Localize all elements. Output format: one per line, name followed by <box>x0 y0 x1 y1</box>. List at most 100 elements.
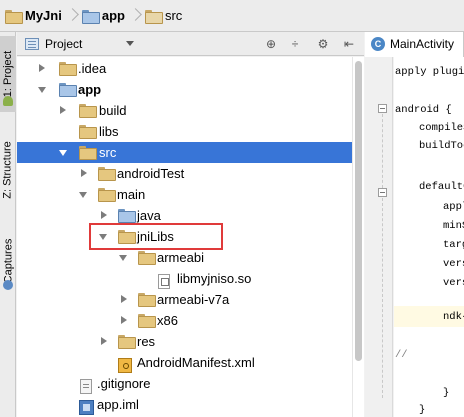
tree-node-app[interactable]: app <box>17 79 352 100</box>
gear-icon[interactable]: ⚙ <box>315 36 331 52</box>
code-line: apply plugin <box>395 66 464 78</box>
project-view-selector[interactable]: Project <box>45 37 82 51</box>
vertical-scrollbar[interactable] <box>352 57 364 417</box>
editor-tab-label: MainActivity <box>390 37 455 51</box>
collapse-arrow-icon[interactable] <box>38 87 46 93</box>
tree-node-label: src <box>99 145 117 160</box>
expand-arrow-icon[interactable] <box>121 295 127 303</box>
scrollbar-thumb[interactable] <box>355 61 362 361</box>
tree-node-label: armeabi-v7a <box>157 292 230 307</box>
module-folder-icon <box>81 9 100 24</box>
folder-icon <box>5 9 23 24</box>
code-line: vers <box>443 277 464 289</box>
tree-node-androidtest[interactable]: androidTest <box>17 163 352 184</box>
folder-icon <box>59 62 77 76</box>
chevron-down-icon[interactable] <box>126 41 135 46</box>
tree-node-label: libmyjniso.so <box>177 271 252 286</box>
editor-tab-bar: C MainActivity <box>365 31 464 57</box>
tree-node-idea[interactable]: .idea <box>17 58 352 79</box>
tree-node-main[interactable]: main <box>17 184 352 205</box>
project-tree: .idea app build libs src androidTest mai… <box>17 57 352 417</box>
tree-node-label: armeabi <box>157 250 204 265</box>
tool-window-strip: 1: Project Z: Structure Captures <box>0 32 16 417</box>
folder-icon <box>138 251 156 265</box>
tree-node-libs[interactable]: libs <box>17 121 352 142</box>
tab-structure[interactable]: Z: Structure <box>0 122 16 218</box>
tree-node-app-iml[interactable]: app.iml <box>17 394 352 415</box>
folder-icon <box>144 9 163 24</box>
tree-node-build[interactable]: build <box>17 100 352 121</box>
fold-marker-icon[interactable] <box>378 104 387 113</box>
tree-node-x86[interactable]: x86 <box>17 310 352 331</box>
code-line: appl <box>443 201 464 213</box>
code-line: targ <box>443 239 464 251</box>
folder-icon <box>118 335 136 349</box>
tree-node-androidmanifest[interactable]: AndroidManifest.xml <box>17 352 352 373</box>
code-line: vers <box>443 258 464 270</box>
code-line: } <box>443 387 450 399</box>
tree-node-label: main <box>117 187 146 202</box>
expand-arrow-icon[interactable] <box>39 64 45 72</box>
breadcrumb-item-module[interactable]: app <box>80 4 127 28</box>
breadcrumb-label: app <box>101 8 125 23</box>
breadcrumb-separator <box>67 4 77 28</box>
tree-node-label: build <box>99 103 127 118</box>
fold-guide <box>382 114 383 188</box>
collapse-all-icon[interactable]: ÷ <box>287 36 303 52</box>
breadcrumb-separator <box>130 4 140 28</box>
expand-arrow-icon[interactable] <box>101 211 107 219</box>
tab-structure-label: Z: Structure <box>2 141 14 199</box>
tree-node-label: app.iml <box>97 397 139 412</box>
breadcrumb-label: src <box>164 8 183 23</box>
annotation-highlight-box <box>89 223 223 250</box>
xml-file-icon <box>118 358 132 373</box>
folder-icon <box>138 314 156 328</box>
code-line: } <box>419 404 426 416</box>
folder-icon <box>98 167 116 181</box>
tree-node-gitignore[interactable]: .gitignore <box>17 373 352 394</box>
tree-node-src[interactable]: src <box>17 142 352 163</box>
tab-captures-label: Captures <box>2 238 15 284</box>
expand-arrow-icon[interactable] <box>121 316 127 324</box>
expand-arrow-icon[interactable] <box>81 169 87 177</box>
project-view-icon <box>25 37 39 50</box>
fold-guide <box>382 198 383 398</box>
tree-node-label: res <box>137 334 156 349</box>
breadcrumb-item-src[interactable]: src <box>143 4 184 28</box>
folder-icon <box>79 104 97 118</box>
code-line: minS <box>443 220 464 232</box>
tree-node-label: androidTest <box>117 166 185 181</box>
collapse-arrow-icon[interactable] <box>119 255 127 261</box>
code-editor[interactable]: apply plugin android { compileS buildToo… <box>394 57 464 417</box>
tree-node-libmyjniso[interactable]: libmyjniso.so <box>17 268 352 289</box>
code-line: ndk{ <box>443 311 464 323</box>
hide-panel-icon[interactable]: ⇤ <box>341 36 357 52</box>
module-file-icon <box>79 400 94 415</box>
tree-node-armeabi[interactable]: armeabi <box>17 247 352 268</box>
tree-node-label: AndroidManifest.xml <box>137 355 255 370</box>
breadcrumb-item-project[interactable]: MyJni <box>3 4 64 28</box>
folder-icon <box>79 146 97 160</box>
tree-node-label: java <box>137 208 161 223</box>
code-line: android { <box>395 104 452 116</box>
tab-project-label: 1: Project <box>2 50 14 98</box>
captures-icon <box>3 280 13 290</box>
code-line: buildToo <box>419 140 464 152</box>
folder-icon <box>79 125 97 139</box>
expand-arrow-icon[interactable] <box>101 337 107 345</box>
project-panel-header: Project ⊕ ÷ ⚙ ⇤ <box>17 32 364 56</box>
tree-node-label: .idea <box>78 61 107 76</box>
crosshair-icon[interactable]: ⊕ <box>263 36 279 52</box>
code-line: compileS <box>419 122 464 134</box>
tree-node-armeabi-v7a[interactable]: armeabi-v7a <box>17 289 352 310</box>
folder-icon <box>98 188 116 202</box>
module-folder-icon <box>59 83 77 97</box>
fold-marker-icon[interactable] <box>378 188 387 197</box>
tab-main-activity[interactable]: C MainActivity <box>365 31 464 57</box>
collapse-arrow-icon[interactable] <box>79 192 87 198</box>
collapse-arrow-icon[interactable] <box>59 150 67 156</box>
class-icon: C <box>371 37 385 51</box>
expand-arrow-icon[interactable] <box>60 106 66 114</box>
tree-node-res[interactable]: res <box>17 331 352 352</box>
source-folder-icon <box>118 209 136 223</box>
